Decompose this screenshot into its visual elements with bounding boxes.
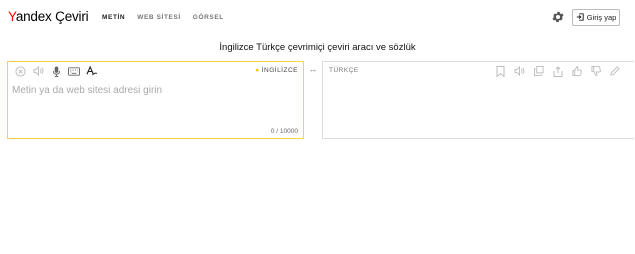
speaker-icon[interactable] xyxy=(29,64,47,78)
header: Yandex Çeviri METİN WEB SİTESİ GÖRSEL Gi… xyxy=(0,0,635,36)
sign-in-icon xyxy=(576,12,584,23)
source-toolbar xyxy=(11,64,101,78)
login-button[interactable]: Giriş yap xyxy=(572,9,620,26)
main-nav: METİN WEB SİTESİ GÖRSEL xyxy=(102,14,236,21)
speaker-icon[interactable] xyxy=(510,64,529,78)
source-language-selector[interactable]: ● İNGİLİZCE xyxy=(255,67,298,74)
gear-icon[interactable] xyxy=(551,10,565,24)
nav-item-gorsel[interactable]: GÖRSEL xyxy=(193,14,224,21)
clear-icon[interactable] xyxy=(11,64,29,78)
yandex-ceviri-logo[interactable]: Yandex Çeviri xyxy=(8,9,89,24)
target-toolbar xyxy=(491,64,624,78)
swap-arrows-icon[interactable]: ↔ xyxy=(307,64,319,74)
spellcheck-icon[interactable] xyxy=(83,64,101,78)
thumbs-down-icon[interactable] xyxy=(586,64,605,78)
source-language-label: İNGİLİZCE xyxy=(261,67,298,74)
nav-item-metin[interactable]: METİN xyxy=(102,14,125,21)
bookmark-icon[interactable] xyxy=(491,64,510,78)
target-language-label: TÜRKÇE xyxy=(329,67,359,74)
source-panel: ●İNGİLİZCE 0 / 10000 xyxy=(7,61,304,139)
target-language-selector[interactable]: TÜRKÇE xyxy=(329,67,359,74)
language-dot-icon: ● xyxy=(255,67,260,74)
keyboard-icon[interactable] xyxy=(65,64,83,78)
login-label: Giriş yap xyxy=(586,13,617,22)
logo-y: Y xyxy=(8,9,16,24)
logo-text: andex Çeviri xyxy=(15,9,89,24)
character-counter: 0 / 10000 xyxy=(270,128,298,135)
source-text-input[interactable] xyxy=(12,85,297,96)
copy-icon[interactable] xyxy=(529,64,548,78)
thumbs-up-icon[interactable] xyxy=(567,64,586,78)
edit-icon[interactable] xyxy=(605,64,624,78)
microphone-icon[interactable] xyxy=(47,64,65,78)
nav-item-web-sitesi[interactable]: WEB SİTESİ xyxy=(137,14,181,21)
share-icon[interactable] xyxy=(548,64,567,78)
page-subtitle: İngilizce Türkçe çevrimiçi çeviri aracı … xyxy=(219,42,416,53)
target-panel: TÜRKÇE xyxy=(322,61,634,139)
